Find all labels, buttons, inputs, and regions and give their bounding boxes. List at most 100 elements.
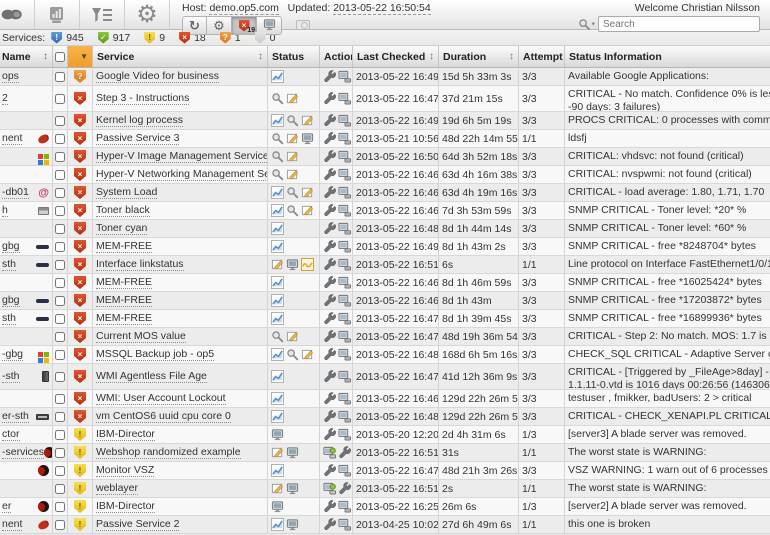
column-header-actions[interactable]: Actions [320,46,353,67]
service-link[interactable]: IBM-Director [96,428,155,441]
wrench-icon[interactable] [323,186,336,199]
service-link[interactable]: Hyper-V Networking Management Service [96,168,267,181]
service-link[interactable]: MEM-FREE [96,294,152,307]
graph-icon[interactable] [271,370,284,383]
graph-icon[interactable] [271,464,284,477]
monitor-icon[interactable] [286,446,299,459]
row-checkbox[interactable] [55,447,65,458]
monitor-icon[interactable] [271,428,284,441]
service-link[interactable]: Hyper-V Image Management Service [96,150,267,163]
magnifier-icon[interactable] [271,330,284,343]
service-link[interactable]: MEM-FREE [96,312,152,325]
column-header-duration[interactable]: Duration ↕ [439,46,519,67]
graph-icon[interactable] [271,70,284,83]
host-computer-icon[interactable] [338,276,351,289]
comment-icon[interactable] [301,204,314,217]
sort-icon[interactable]: ↕ [509,51,514,62]
service-link[interactable]: Current MOS value [96,330,186,343]
row-checkbox[interactable] [55,205,65,216]
graph-icon[interactable] [271,186,284,199]
wrench-icon[interactable] [323,518,336,531]
host-computer-icon[interactable] [338,294,351,307]
service-link[interactable]: Toner cyan [96,222,148,235]
comment-icon[interactable] [286,132,299,145]
search-icon[interactable]: ▾ [578,18,595,31]
host-link[interactable]: er-sth [2,410,29,423]
row-checkbox[interactable] [55,349,65,360]
wrench-icon[interactable] [323,114,336,127]
row-checkbox[interactable] [55,519,65,530]
magnifier-icon[interactable] [286,114,299,127]
monitor-icon[interactable] [286,258,299,271]
row-checkbox[interactable] [55,411,65,422]
settings-button[interactable]: ⚙ [125,0,170,29]
host-link[interactable]: sth [2,258,17,271]
magnifier-icon[interactable] [271,150,284,163]
row-checkbox[interactable] [55,501,65,512]
wrench-icon[interactable] [323,240,336,253]
host-computer-icon[interactable] [338,114,351,127]
row-checkbox[interactable] [55,133,65,144]
wrench-icon[interactable] [323,294,336,307]
host-computer-icon[interactable] [338,168,351,181]
magnifier-icon[interactable] [271,92,284,105]
wrench-icon[interactable] [323,132,336,145]
comment-icon[interactable] [286,330,299,343]
magnifier-icon[interactable] [286,348,299,361]
host-computer-icon[interactable] [338,518,351,531]
row-checkbox[interactable] [55,259,65,270]
wrench-icon[interactable] [323,168,336,181]
select-all-checkbox[interactable] [55,51,65,62]
host-computer-icon[interactable] [338,150,351,163]
host-computer-icon[interactable] [338,92,351,105]
row-checkbox[interactable] [55,331,65,342]
wrench-icon[interactable] [323,428,336,441]
wrench-icon[interactable] [323,150,336,163]
service-link[interactable]: Webshop randomized example [96,446,241,459]
sort-icon[interactable]: ↕ [258,51,263,62]
service-link[interactable]: Passive Service 3 [96,132,180,145]
comment-icon[interactable] [301,114,314,127]
graph-icon[interactable] [271,204,284,217]
host-computer-ok-icon[interactable] [323,446,336,459]
row-checkbox[interactable] [55,223,65,234]
graph-icon[interactable] [271,348,284,361]
host-computer-icon[interactable] [338,204,351,217]
host-computer-icon[interactable] [338,348,351,361]
service-link[interactable]: IBM-Director [96,500,155,513]
summary-info[interactable]: ! 945 [51,31,84,44]
host-computer-icon[interactable] [338,410,351,423]
comment-icon[interactable] [271,258,284,271]
problem-filter-button[interactable]: × 19 [232,16,257,35]
column-header-attempt[interactable]: Attempt↕ [519,46,565,67]
wrench-icon[interactable] [323,92,336,105]
service-link[interactable]: Step 3 - Instructions [96,92,190,105]
comment-icon[interactable] [301,348,314,361]
magnifier-icon[interactable] [271,168,284,181]
summary-ok[interactable]: ✓ 917 [97,31,130,44]
row-checkbox[interactable] [55,187,65,198]
wrench-icon[interactable] [323,410,336,423]
service-link[interactable]: WMI: User Account Lockout [96,392,226,405]
filter-button[interactable] [80,0,125,29]
host-computer-icon[interactable] [338,132,351,145]
host-computer-icon[interactable] [338,70,351,83]
host-link[interactable]: h [2,204,8,217]
column-header-service[interactable]: Service ↕ [93,46,268,67]
graph-icon[interactable] [271,240,284,253]
row-checkbox[interactable] [55,277,65,288]
host-link[interactable]: -services [2,446,45,459]
monitor-icon[interactable] [286,482,299,495]
service-link[interactable]: MEM-FREE [96,276,152,289]
host-link[interactable]: ops [2,70,19,83]
summary-warning[interactable]: ! 9 [144,31,165,44]
service-link[interactable]: Toner black [96,204,150,217]
row-checkbox[interactable] [55,115,65,126]
monitor-icon[interactable] [271,500,284,513]
host-computer-ok-icon[interactable] [323,482,336,495]
host-link[interactable]: gbg [2,240,20,253]
service-link[interactable]: Passive Service 2 [96,518,180,531]
row-checkbox[interactable] [55,465,65,476]
wrench-icon[interactable] [323,464,336,477]
service-link[interactable]: Interface linkstatus [96,258,184,271]
